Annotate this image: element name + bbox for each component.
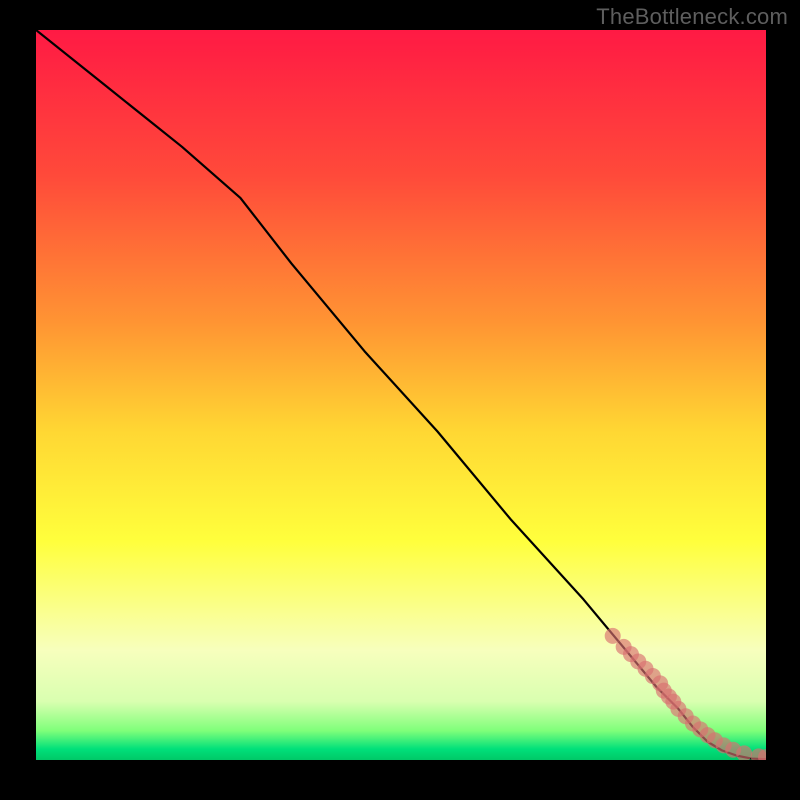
chart-svg [36, 30, 766, 760]
watermark-text: TheBottleneck.com [596, 4, 788, 30]
chart-root: TheBottleneck.com [0, 0, 800, 800]
plot-area [36, 30, 766, 760]
gradient-background [36, 30, 766, 760]
